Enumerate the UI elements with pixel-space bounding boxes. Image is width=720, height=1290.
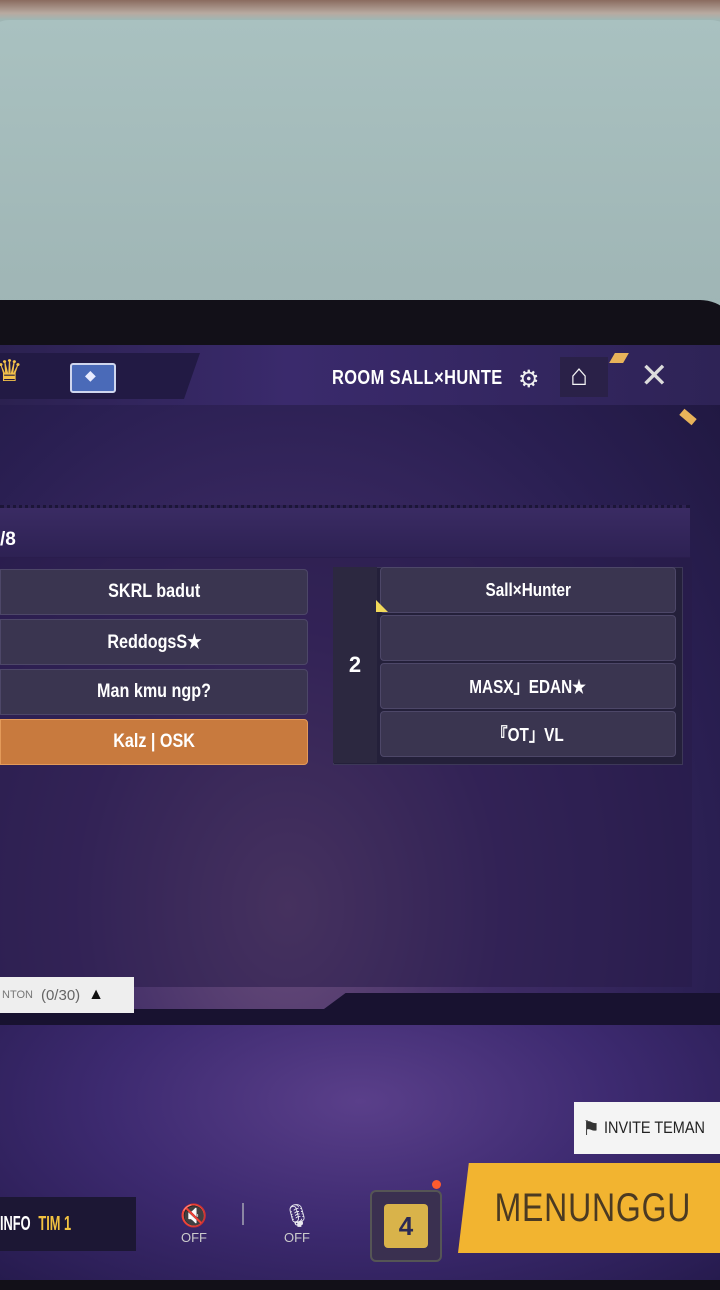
player-name: 『OT」VL xyxy=(492,725,564,745)
room-title: ROOM SALL×HUNTE xyxy=(332,367,503,389)
invite-label: INVITE TEMAN xyxy=(603,1118,705,1137)
close-icon[interactable]: ✕ xyxy=(640,359,669,393)
speaker-state: OFF xyxy=(181,1230,207,1245)
team2-number: 2 xyxy=(333,567,377,763)
host-marker-icon xyxy=(376,600,388,612)
team2-player-slot[interactable]: MASX」EDAN★ xyxy=(380,663,676,709)
mic-mute-icon: 🎙 xyxy=(283,1203,311,1228)
invite-icon: ⚑ xyxy=(582,1117,600,1140)
tablet-cover xyxy=(0,20,720,310)
notification-dot xyxy=(432,1180,441,1189)
gear-icon[interactable]: ⚙ xyxy=(518,365,540,394)
home-button[interactable]: ⌂ xyxy=(560,357,608,397)
chevron-up-icon: ▲ xyxy=(88,986,104,1003)
spectator-label: NTON xyxy=(2,989,33,1001)
team1-player-slot-selected[interactable]: Kalz | OSK xyxy=(0,719,308,765)
team2-player-slot[interactable]: 『OT」VL xyxy=(380,711,676,757)
dice-button[interactable]: 4 xyxy=(370,1190,442,1262)
mic-toggle[interactable]: 🎙 OFF xyxy=(277,1203,317,1247)
spectator-count: (0/30) xyxy=(40,986,81,1004)
spectator-toggle[interactable]: NTON (0/30) ▲ xyxy=(0,977,134,1013)
dice-icon: 4 xyxy=(384,1204,428,1248)
speaker-mute-icon: 🔇 xyxy=(180,1203,208,1228)
crown-icon[interactable]: ♛ xyxy=(0,357,23,387)
divider xyxy=(242,1203,244,1225)
card-icon[interactable]: ◆ xyxy=(70,363,116,393)
player-name: ReddogsS★ xyxy=(106,631,202,653)
corner-accent xyxy=(609,353,629,363)
panel-header xyxy=(0,505,690,558)
info-label: INFO xyxy=(0,1212,31,1235)
team1-player-slot[interactable]: Man kmu ngp? xyxy=(0,669,308,715)
player-name: Kalz | OSK xyxy=(113,731,195,752)
game-screen: ♛ ◆ ROOM SALL×HUNTE ⚙ ⌂ ✕ /8 SKRL badut … xyxy=(0,345,720,1280)
team2-player-slot[interactable]: Sall×Hunter xyxy=(380,567,676,613)
home-icon: ⌂ xyxy=(570,359,589,392)
player-name: Sall×Hunter xyxy=(485,579,571,600)
team2-player-slot[interactable] xyxy=(380,615,676,661)
speaker-toggle[interactable]: 🔇 OFF xyxy=(174,1203,214,1247)
team1-player-slot[interactable]: SKRL badut xyxy=(0,569,308,615)
waiting-label: MENUNGGU xyxy=(494,1185,692,1230)
mic-state: OFF xyxy=(284,1230,310,1245)
info-team-label: TIM 1 xyxy=(38,1212,71,1235)
corner-accent xyxy=(679,408,697,426)
team-info-button[interactable]: INFO TIM 1 xyxy=(0,1197,136,1251)
player-name: SKRL badut xyxy=(107,581,201,602)
player-name: MASX」EDAN★ xyxy=(469,677,587,697)
team1-player-slot[interactable]: ReddogsS★ xyxy=(0,619,308,665)
player-name: Man kmu ngp? xyxy=(97,681,211,702)
waiting-button[interactable]: MENUNGGU xyxy=(458,1163,720,1253)
invite-friends-button[interactable]: ⚑ INVITE TEMAN xyxy=(574,1102,720,1154)
team1-slot-count: /8 xyxy=(0,529,16,550)
top-bar: ♛ ◆ ROOM SALL×HUNTE ⚙ ⌂ ✕ xyxy=(0,345,720,405)
